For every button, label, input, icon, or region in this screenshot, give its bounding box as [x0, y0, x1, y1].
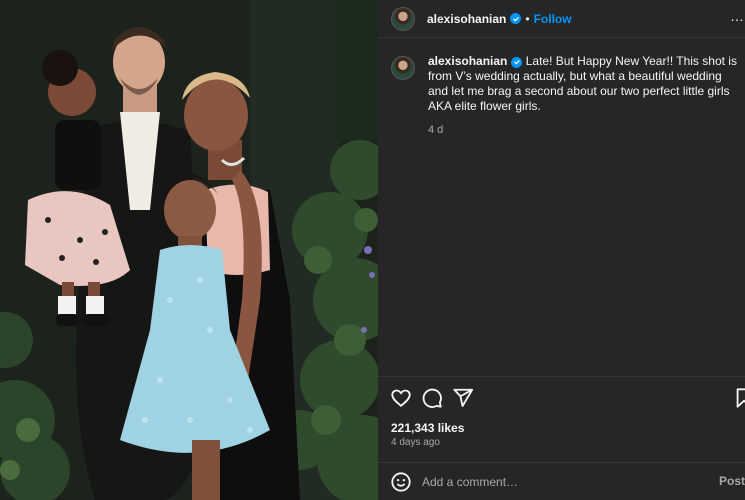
follow-button[interactable]: Follow — [534, 12, 572, 26]
caption-avatar[interactable] — [391, 56, 415, 80]
author-avatar[interactable] — [391, 6, 415, 31]
family-portrait-image — [0, 0, 378, 500]
post-side-panel: alexisohanian • Follow … alexisohanian L… — [378, 0, 745, 500]
share-icon[interactable] — [452, 387, 474, 409]
caption-username[interactable]: alexisohanian — [428, 54, 507, 68]
more-options-icon[interactable]: … — [730, 8, 745, 24]
bookmark-icon[interactable] — [733, 387, 745, 409]
post-caption: alexisohanian Late! But Happy New Year!!… — [391, 54, 745, 138]
action-bar — [390, 387, 745, 411]
post-comment-button[interactable]: Post — [719, 474, 745, 488]
verified-badge-icon — [511, 56, 523, 68]
comment-input[interactable] — [422, 474, 712, 489]
post-photo[interactable] — [0, 0, 378, 500]
header-separator: • — [525, 11, 530, 26]
emoji-icon[interactable] — [390, 471, 412, 493]
post-header: alexisohanian • Follow … — [378, 0, 745, 38]
heart-icon[interactable] — [390, 387, 412, 409]
actions-divider — [378, 376, 745, 377]
like-count[interactable]: 221,343 likes — [391, 421, 464, 435]
post-dialog: alexisohanian • Follow … alexisohanian L… — [0, 0, 745, 500]
verified-badge-icon — [510, 13, 522, 24]
author-username[interactable]: alexisohanian — [427, 12, 506, 26]
comment-bar: Post — [378, 462, 745, 500]
caption-time: 4 d — [428, 124, 444, 136]
post-date[interactable]: 4 days ago — [391, 437, 440, 448]
caption-body: alexisohanian Late! But Happy New Year!!… — [428, 54, 738, 138]
comment-icon[interactable] — [421, 387, 443, 409]
